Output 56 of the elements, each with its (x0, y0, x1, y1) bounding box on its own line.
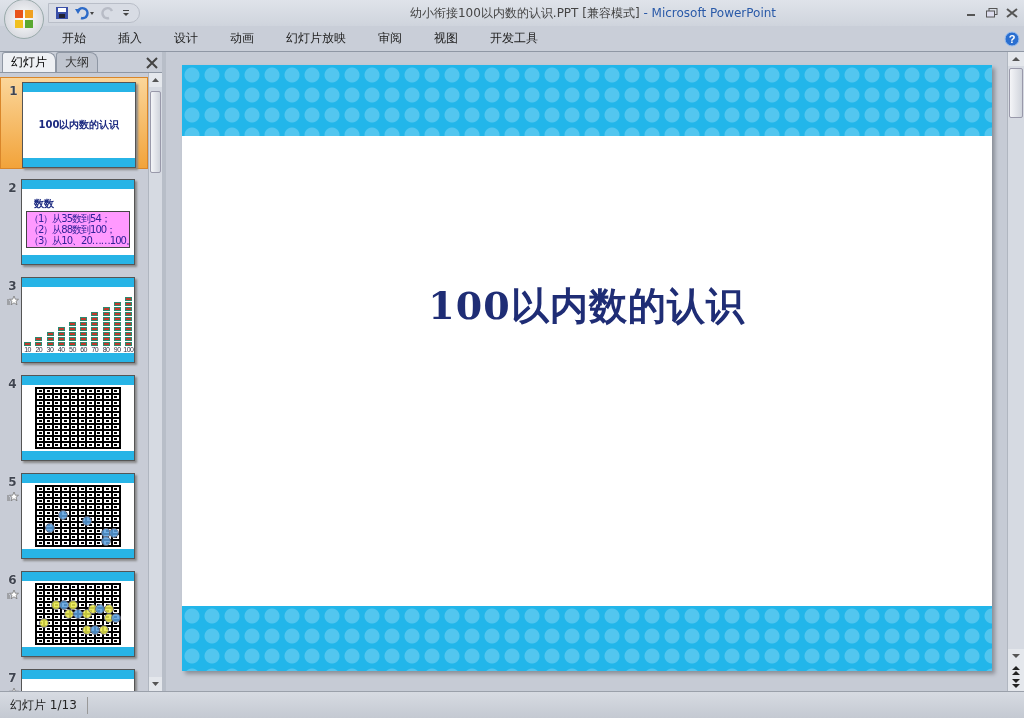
slide-number: 2 (8, 181, 17, 195)
pane-tab[interactable]: 幻灯片 (2, 52, 56, 72)
slide-number: 1 (9, 84, 18, 98)
ribbon-tab[interactable]: 幻灯片放映 (270, 30, 362, 47)
ribbon-tab[interactable]: 插入 (102, 30, 158, 47)
books-drawing (102, 307, 110, 346)
thumbnail-text: （3）从10、20……100。 (29, 234, 127, 246)
slide-number: 4 (8, 377, 17, 391)
close-icon[interactable] (146, 57, 158, 69)
thumbnail-title: 100以内数的认识 (38, 118, 120, 132)
slide-thumbnail-item[interactable]: 4 (0, 371, 148, 469)
books-drawing (46, 332, 54, 346)
ribbon-tab[interactable]: 设计 (158, 30, 214, 47)
scrollbar-thumb[interactable] (150, 91, 161, 173)
books-drawing (57, 327, 65, 346)
undo-icon[interactable] (75, 6, 95, 20)
thumbnail-heading: 数数 (34, 196, 54, 211)
books-drawing (68, 322, 76, 346)
slide-thumbnail-item[interactable]: 1 100以内数的认识 (0, 77, 148, 169)
customize-icon[interactable] (121, 8, 131, 18)
books-drawing (124, 297, 132, 346)
slide-number: 6 (8, 573, 17, 587)
pane-tab[interactable]: 大纲 (56, 52, 98, 72)
window-title: 幼小衔接100以内数的认识.PPT [兼容模式] - Microsoft PowerPoint (408, 4, 778, 22)
books-drawing (91, 312, 99, 346)
books-drawing (24, 342, 32, 346)
slide-title: 100以内数的认识 (428, 282, 745, 330)
ribbon-tab[interactable]: 视图 (418, 30, 474, 47)
slide-thumbnail-item[interactable]: 5 (0, 469, 148, 567)
slide-number: 5 (8, 475, 17, 489)
slide-number: 7 (8, 671, 17, 685)
scroll-down-button[interactable] (1008, 649, 1024, 663)
scroll-up-button[interactable] (1008, 52, 1024, 66)
slide-thumbnail-item[interactable]: 2 数数 （1）从35数到54； （2）从88数到100； （3）从10、20……100。 (0, 175, 148, 273)
slide-number: 3 (8, 279, 17, 293)
scrollbar-thumb[interactable] (1009, 68, 1023, 118)
thumbnail-text: （2）从88数到100； (29, 223, 117, 235)
scroll-down-button[interactable] (149, 677, 162, 691)
slide-thumbnail-item[interactable]: 6 (0, 567, 148, 665)
books-drawing (35, 337, 43, 346)
ribbon-tab[interactable]: 审阅 (362, 30, 418, 47)
close-icon[interactable] (1006, 8, 1018, 18)
books-drawing (113, 302, 121, 346)
ribbon-tab[interactable]: 动画 (214, 30, 270, 47)
next-slide-button[interactable] (1008, 677, 1024, 691)
scroll-up-button[interactable] (149, 73, 162, 87)
ribbon-tab[interactable]: 开始 (46, 30, 102, 47)
books-drawing (80, 317, 88, 346)
help-icon[interactable]: ? (1004, 30, 1020, 47)
restore-icon[interactable] (986, 8, 998, 18)
save-icon[interactable] (55, 6, 69, 20)
ribbon-tab[interactable]: 开发工具 (474, 30, 554, 47)
slide-thumbnail-item[interactable]: 7 (0, 665, 148, 691)
previous-slide-button[interactable] (1008, 663, 1024, 677)
slide-counter: 幻灯片 1/13 (0, 696, 88, 714)
thumbnail-text: （1）从35数到54； (29, 212, 111, 224)
